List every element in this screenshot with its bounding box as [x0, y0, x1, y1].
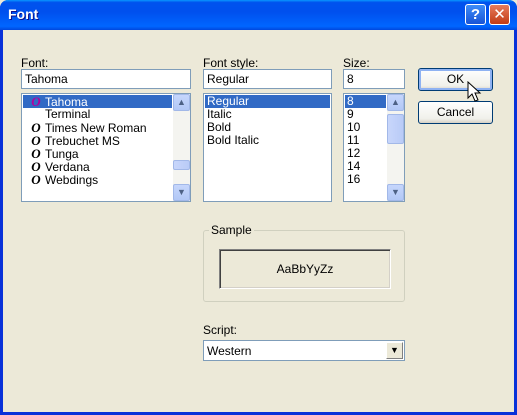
list-item-label: Terminal — [45, 107, 91, 121]
list-item-label: Trebuchet MS — [45, 134, 120, 148]
list-item[interactable]: O Times New Roman — [23, 121, 172, 135]
list-item-label: Italic — [207, 107, 232, 121]
list-item-label: 8 — [347, 94, 354, 108]
close-icon: ✕ — [493, 6, 506, 23]
list-item-label: Regular — [207, 94, 250, 108]
font-label: Font: — [21, 56, 49, 70]
list-item-label: 12 — [347, 146, 361, 160]
sample-preview: AaBbYyZz — [219, 249, 391, 289]
window-title: Font — [8, 6, 39, 22]
scroll-down-button[interactable]: ▼ — [387, 184, 404, 201]
list-item[interactable]: O Tunga — [23, 147, 172, 161]
list-item[interactable]: Terminal — [23, 108, 172, 121]
scroll-down-button[interactable]: ▼ — [173, 184, 190, 201]
scroll-thumb[interactable] — [387, 114, 404, 144]
list-item-label: Verdana — [45, 160, 90, 174]
scroll-thumb[interactable] — [173, 160, 190, 170]
list-item-label: 16 — [347, 172, 361, 186]
list-item-label: Times New Roman — [45, 121, 147, 135]
opentype-icon: O — [31, 94, 41, 109]
font-style-listbox[interactable]: Regular Italic Bold Bold Italic — [203, 93, 332, 202]
script-dropdown[interactable]: Western ▼ — [203, 340, 405, 361]
scroll-down-icon: ▼ — [391, 187, 400, 197]
script-label: Script: — [203, 323, 238, 337]
truetype-icon: O — [31, 172, 41, 187]
dropdown-button[interactable]: ▼ — [386, 342, 403, 359]
script-value: Western — [207, 344, 252, 358]
list-item-label: 9 — [347, 107, 354, 121]
list-item-label: 14 — [347, 159, 361, 173]
size-listbox[interactable]: 8 9 10 11 12 14 16 ▲ ▼ — [343, 93, 405, 202]
chevron-down-icon: ▼ — [390, 345, 399, 355]
help-button[interactable]: ? — [465, 4, 486, 25]
list-item-label: 11 — [347, 133, 360, 147]
scroll-down-icon: ▼ — [177, 187, 186, 197]
list-item[interactable]: Bold Italic — [205, 134, 330, 147]
cancel-button[interactable]: Cancel — [418, 101, 493, 124]
list-item-label: Bold Italic — [207, 133, 260, 147]
title-bar[interactable]: Font ? ✕ — [0, 0, 517, 30]
scroll-up-icon: ▲ — [177, 97, 186, 107]
size-scrollbar[interactable]: ▲ ▼ — [387, 94, 404, 201]
font-style-input[interactable]: Regular — [203, 69, 332, 89]
scroll-up-button[interactable]: ▲ — [173, 94, 190, 111]
list-item-label: Bold — [207, 120, 232, 134]
list-item[interactable]: O Verdana — [23, 160, 172, 174]
list-item[interactable]: 16 — [345, 173, 386, 186]
pointer-cursor-icon — [467, 81, 482, 102]
font-input[interactable]: Tahoma — [21, 69, 191, 89]
size-label: Size: — [343, 56, 370, 70]
help-icon: ? — [470, 6, 481, 23]
scroll-up-button[interactable]: ▲ — [387, 94, 404, 111]
scroll-up-icon: ▲ — [391, 97, 400, 107]
size-input[interactable]: 8 — [343, 69, 405, 89]
close-button[interactable]: ✕ — [489, 4, 510, 25]
list-item[interactable]: O Webdings — [23, 172, 172, 187]
font-scrollbar[interactable]: ▲ ▼ — [173, 94, 190, 201]
list-item-label: Webdings — [45, 173, 99, 187]
font-listbox[interactable]: O Tahoma Terminal O Times New Roman O Trebuche… — [21, 93, 191, 202]
sample-label: Sample — [209, 223, 254, 237]
font-style-label: Font style: — [203, 56, 259, 70]
list-item-label: Tunga — [45, 147, 79, 161]
list-item-label: 10 — [347, 120, 361, 134]
list-item[interactable]: O Trebuchet MS — [23, 134, 172, 148]
